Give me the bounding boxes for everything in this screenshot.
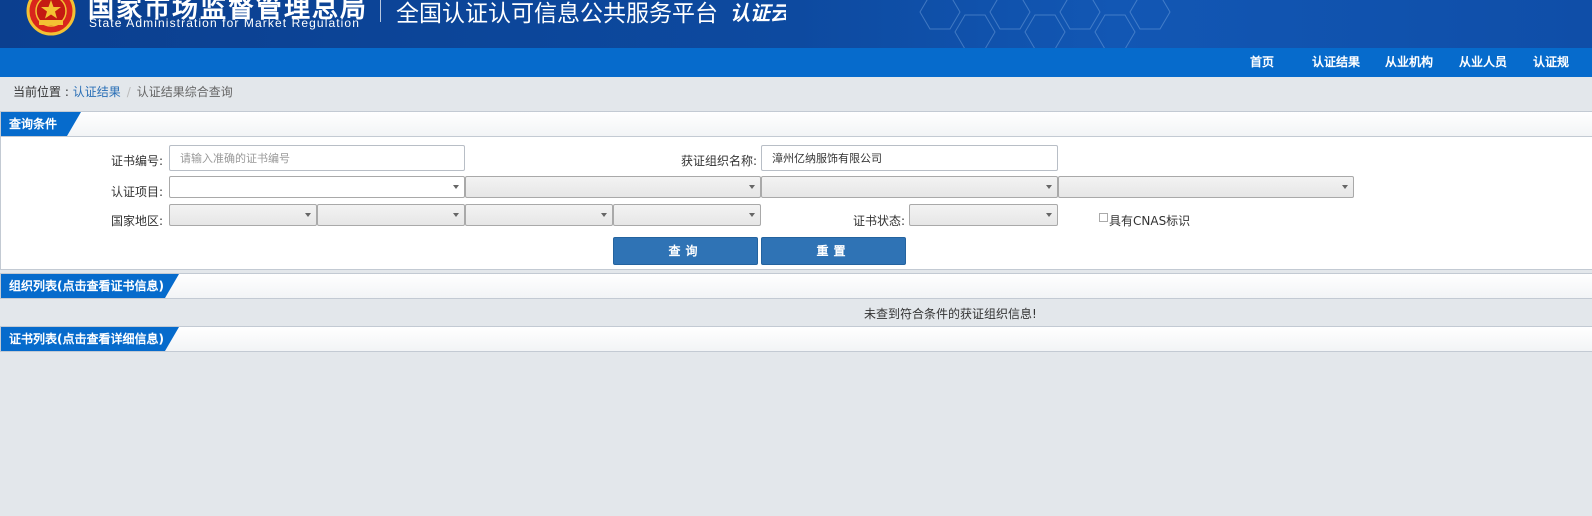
breadcrumb-separator: / (126, 85, 131, 99)
query-panel: 查询条件 证书编号: 获证组织名称: 认证项目: 国家地区: 证书状态: 具有C… (0, 111, 1592, 270)
nav-item-cert-results[interactable]: 认证结果 (1312, 48, 1360, 77)
cert-list-title: 证书列表(点击查看详细信息) (1, 327, 179, 351)
nav-item-cert-rules[interactable]: 认证规 (1533, 48, 1569, 77)
national-emblem-icon (26, 0, 76, 36)
region-select-4[interactable] (613, 204, 761, 226)
query-panel-header: 查询条件 (1, 112, 1592, 137)
query-button[interactable]: 查询 (613, 237, 758, 265)
reset-button[interactable]: 重置 (761, 237, 906, 265)
breadcrumb-prefix: 当前位置 : (13, 85, 73, 99)
region-select-1[interactable] (169, 204, 317, 226)
status-select[interactable] (909, 204, 1058, 226)
cert-no-input[interactable] (169, 145, 465, 171)
project-select-1[interactable] (169, 176, 465, 198)
chevron-down-icon (1046, 213, 1052, 217)
org-list-panel: 组织列表(点击查看证书信息) (0, 273, 1592, 299)
chevron-down-icon (601, 213, 607, 217)
project-select-3[interactable] (761, 176, 1058, 198)
chevron-down-icon (1342, 185, 1348, 189)
cert-no-label: 证书编号: (111, 154, 164, 168)
nav-item-institutions[interactable]: 从业机构 (1385, 48, 1433, 77)
breadcrumb: 当前位置 : 认证结果 / 认证结果综合查询 (13, 83, 233, 100)
cert-list-header: 证书列表(点击查看详细信息) (1, 327, 1592, 352)
chevron-down-icon (749, 213, 755, 217)
region-select-3[interactable] (465, 204, 613, 226)
main-nav: 首页 认证结果 从业机构 从业人员 认证规 (0, 48, 1592, 77)
org-list-empty-message: 未查到符合条件的获证组织信息! (864, 307, 1037, 321)
chevron-down-icon (453, 185, 459, 189)
query-panel-title: 查询条件 (1, 112, 81, 136)
breadcrumb-current: 认证结果综合查询 (136, 85, 233, 99)
region-select-2[interactable] (317, 204, 465, 226)
cnas-label: 具有CNAS标识 (1109, 214, 1191, 228)
org-name-label: 获证组织名称: (681, 154, 758, 168)
chevron-down-icon (305, 213, 311, 217)
header-banner: 国家市场监督管理总局 State Administration for Mark… (0, 0, 1592, 48)
nav-item-home[interactable]: 首页 (1250, 48, 1274, 77)
platform-logo-icon: 认证云 (730, 1, 786, 25)
platform-logo-text: 认证云 (730, 1, 786, 25)
region-label: 国家地区: (111, 214, 164, 228)
project-label: 认证项目: (111, 185, 164, 199)
org-name-en: State Administration for Market Regulati… (89, 16, 360, 30)
org-name-input[interactable] (761, 145, 1058, 171)
project-select-4[interactable] (1058, 176, 1354, 198)
chevron-down-icon (453, 213, 459, 217)
org-list-title: 组织列表(点击查看证书信息) (1, 274, 179, 298)
project-select-2[interactable] (465, 176, 761, 198)
platform-title: 全国认证认可信息公共服务平台 (396, 1, 718, 27)
hexagon-pattern-decoration (919, 0, 1171, 48)
org-list-header: 组织列表(点击查看证书信息) (1, 274, 1592, 299)
header-divider (380, 0, 381, 22)
cert-list-panel: 证书列表(点击查看详细信息) (0, 326, 1592, 352)
chevron-down-icon (749, 185, 755, 189)
chevron-down-icon (1046, 185, 1052, 189)
nav-item-personnel[interactable]: 从业人员 (1459, 48, 1507, 77)
breadcrumb-link-cert-results[interactable]: 认证结果 (73, 85, 121, 99)
status-label: 证书状态: (853, 214, 906, 228)
cnas-checkbox[interactable] (1099, 213, 1108, 222)
